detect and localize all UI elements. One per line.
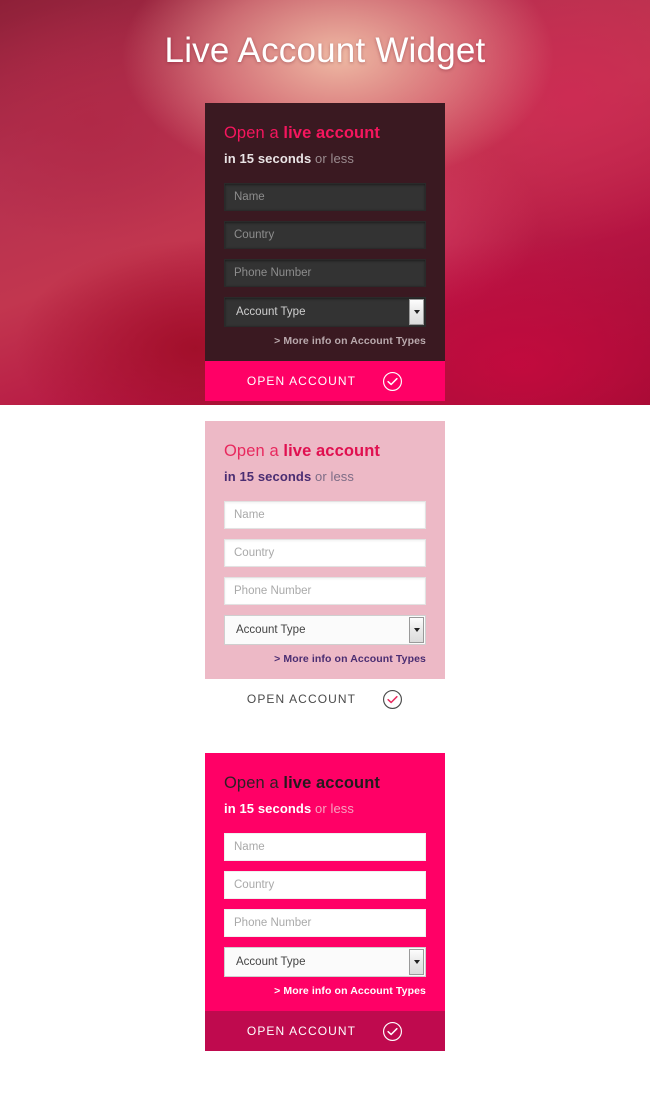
chevron-down-icon[interactable]: [409, 949, 424, 975]
heading-prefix: Open a: [224, 774, 284, 792]
check-circle-icon: [383, 1021, 403, 1041]
open-account-button[interactable]: OPEN ACCOUNT: [205, 361, 445, 401]
heading-prefix: Open a: [224, 124, 284, 142]
name-input[interactable]: [224, 833, 426, 861]
account-type-selected-value[interactable]: Account Type: [224, 947, 426, 977]
widget-body: Open a live account in 15 seconds or les…: [205, 421, 445, 679]
open-account-label: OPEN ACCOUNT: [246, 374, 357, 388]
chevron-down-icon[interactable]: [409, 617, 424, 643]
widget-subheading: in 15 seconds or less: [224, 150, 426, 167]
heading-strong: live account: [283, 442, 380, 460]
page-root: Live Account Widget Open a live account …: [0, 0, 650, 1114]
live-account-widget-dark: Open a live account in 15 seconds or les…: [205, 103, 445, 401]
account-type-select[interactable]: Account Type: [224, 297, 426, 327]
chevron-down-icon[interactable]: [409, 299, 424, 325]
signup-form: Account Type: [224, 833, 426, 977]
heading-strong: live account: [283, 124, 380, 142]
widget-subheading: in 15 seconds or less: [224, 468, 426, 485]
widget-subheading: in 15 seconds or less: [224, 800, 426, 817]
more-info-link[interactable]: > More info on Account Types: [224, 335, 426, 347]
widget-heading: Open a live account: [224, 441, 426, 461]
more-info-link[interactable]: > More info on Account Types: [224, 985, 426, 997]
subheading-strong: in 15 seconds: [224, 801, 312, 816]
signup-form: Account Type: [224, 501, 426, 645]
live-account-widget-light: Open a live account in 15 seconds or les…: [205, 421, 445, 719]
open-account-label: OPEN ACCOUNT: [246, 1024, 357, 1038]
subheading-strong: in 15 seconds: [224, 151, 312, 166]
phone-input[interactable]: [224, 259, 426, 287]
heading-strong: live account: [283, 774, 380, 792]
subheading-rest: or less: [311, 801, 354, 816]
signup-form: Account Type: [224, 183, 426, 327]
account-type-selected-value[interactable]: Account Type: [224, 297, 426, 327]
widget-heading: Open a live account: [224, 123, 426, 143]
account-type-selected-value[interactable]: Account Type: [224, 615, 426, 645]
check-circle-icon: [383, 371, 403, 391]
phone-input[interactable]: [224, 909, 426, 937]
open-account-label: OPEN ACCOUNT: [246, 692, 357, 706]
more-info-link[interactable]: > More info on Account Types: [224, 653, 426, 665]
live-account-widget-pink: Open a live account in 15 seconds or les…: [205, 753, 445, 1051]
widget-heading: Open a live account: [224, 773, 426, 793]
subheading-strong: in 15 seconds: [224, 469, 312, 484]
name-input[interactable]: [224, 501, 426, 529]
account-type-select[interactable]: Account Type: [224, 947, 426, 977]
page-title: Live Account Widget: [164, 31, 486, 70]
subheading-rest: or less: [311, 151, 354, 166]
name-input[interactable]: [224, 183, 426, 211]
country-input[interactable]: [224, 539, 426, 567]
check-circle-icon: [383, 689, 403, 709]
widget-body: Open a live account in 15 seconds or les…: [205, 753, 445, 1011]
heading-prefix: Open a: [224, 442, 284, 460]
open-account-button[interactable]: OPEN ACCOUNT: [205, 1011, 445, 1051]
country-input[interactable]: [224, 221, 426, 249]
subheading-rest: or less: [311, 469, 354, 484]
country-input[interactable]: [224, 871, 426, 899]
open-account-button[interactable]: OPEN ACCOUNT: [205, 679, 445, 719]
widget-body: Open a live account in 15 seconds or les…: [205, 103, 445, 361]
phone-input[interactable]: [224, 577, 426, 605]
account-type-select[interactable]: Account Type: [224, 615, 426, 645]
